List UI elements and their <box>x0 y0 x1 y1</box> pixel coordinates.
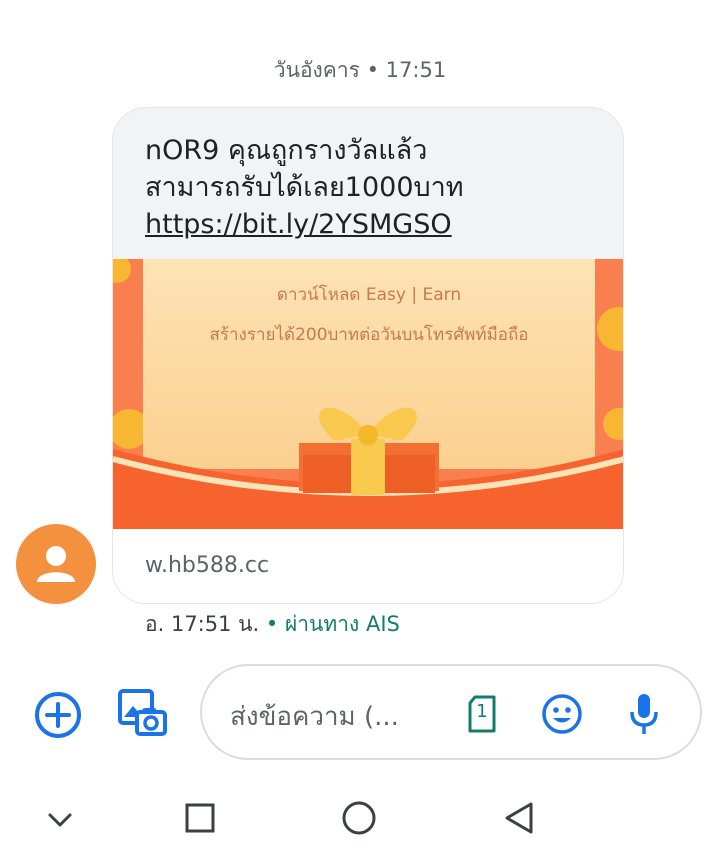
system-navigation-bar <box>0 780 720 858</box>
message-line-2: สามารถรับได้เลย1000บาท <box>145 172 464 203</box>
link-preview-image[interactable]: ดาวน์โหลด Easy | Earn สร้างรายได้200บาทต… <box>113 259 623 529</box>
meta-separator: • <box>259 612 285 636</box>
circle-icon[interactable] <box>340 799 378 837</box>
messages-screen: วันอังคาร • 17:51 nOR9 คุณถูกรางวัลแล้ว … <box>0 0 720 858</box>
gallery-camera-icon[interactable] <box>114 685 170 741</box>
link-preview-domain: w.hb588.cc <box>145 553 270 578</box>
message-link[interactable]: https://bit.ly/2YSMGSO <box>145 206 605 243</box>
sender-avatar[interactable] <box>16 524 96 604</box>
sim-card-icon[interactable]: 1 <box>464 694 500 734</box>
emoji-icon[interactable] <box>540 692 584 736</box>
preview-image-caption-1: ดาวน์โหลด Easy | Earn <box>276 285 462 305</box>
preview-image-caption-2: สร้างรายได้200บาทต่อวันบนโทรศัพท์มือถือ <box>209 325 529 345</box>
message-line-1: nOR9 คุณถูกรางวัลแล้ว <box>145 135 428 166</box>
person-icon <box>37 546 75 582</box>
message-carrier: ผ่านทาง AIS <box>284 612 400 636</box>
conversation-timestamp: วันอังคาร • 17:51 <box>273 58 447 82</box>
microphone-icon[interactable] <box>626 690 662 738</box>
compose-bar: ส่งข้อความ (... 1 <box>0 660 720 766</box>
chevron-down-icon[interactable] <box>44 804 76 836</box>
message-bubble[interactable]: nOR9 คุณถูกรางวัลแล้ว สามารถรับได้เลย100… <box>112 107 624 604</box>
message-input[interactable]: ส่งข้อความ (... 1 <box>200 664 702 760</box>
message-text: nOR9 คุณถูกรางวัลแล้ว สามารถรับได้เลย100… <box>145 132 605 243</box>
add-circle-icon[interactable] <box>32 689 84 741</box>
sim-number: 1 <box>476 701 488 722</box>
message-input-placeholder: ส่งข้อความ (... <box>230 702 399 732</box>
message-time: อ. 17:51 น. <box>145 612 260 636</box>
square-icon[interactable] <box>182 800 218 836</box>
triangle-back-icon[interactable] <box>500 799 538 837</box>
link-preview-footer[interactable]: w.hb588.cc <box>113 529 623 603</box>
message-meta: อ. 17:51 น. • ผ่านทาง AIS <box>145 608 400 641</box>
